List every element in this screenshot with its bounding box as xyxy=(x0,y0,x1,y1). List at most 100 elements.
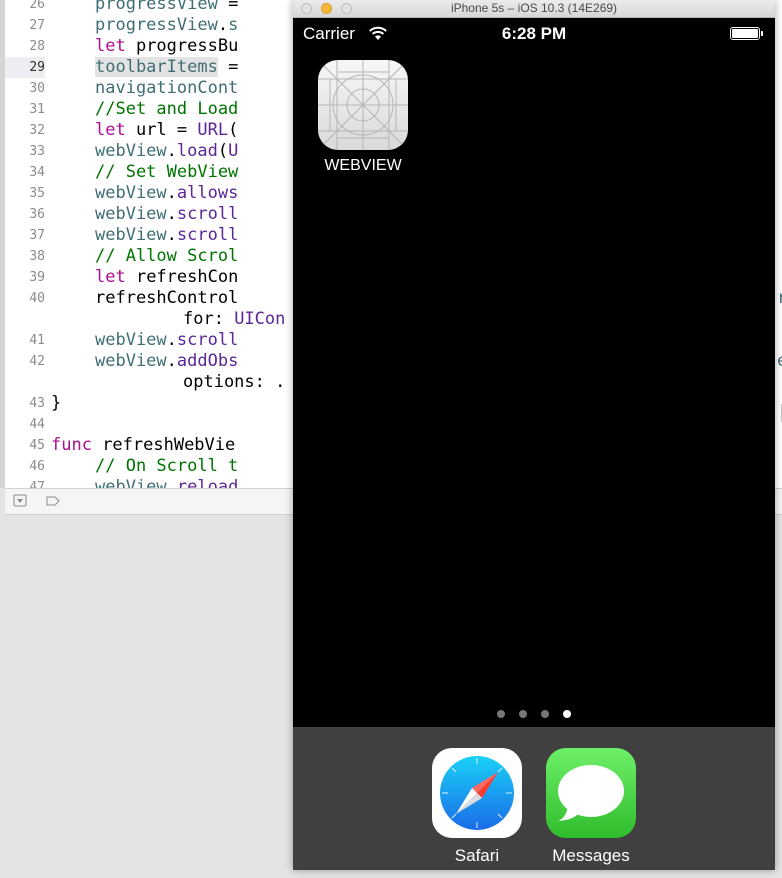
breakpoint-icon xyxy=(46,496,60,506)
code-line[interactable]: webView.reload xyxy=(95,477,238,488)
code-token: = xyxy=(217,57,239,77)
code-line[interactable]: } xyxy=(51,393,61,414)
hide-debug-area-button[interactable] xyxy=(13,494,29,508)
messages-bubble-icon xyxy=(546,748,636,838)
line-number[interactable]: 47 xyxy=(5,477,45,488)
code-line[interactable]: webView.scroll xyxy=(95,330,238,351)
simulator-titlebar[interactable]: iPhone 5s – iOS 10.3 (14E269) xyxy=(293,0,775,18)
code-token: . xyxy=(166,204,177,224)
code-token: URL xyxy=(197,120,229,140)
line-number[interactable]: 42 xyxy=(5,351,45,372)
code-line[interactable]: for: UICon xyxy=(183,309,285,330)
line-number[interactable] xyxy=(5,309,45,330)
code-line[interactable]: webView.load(U xyxy=(95,141,238,162)
collapse-panel-icon xyxy=(13,494,27,507)
truncated-code-char: e xyxy=(777,351,782,372)
line-number[interactable]: 34 xyxy=(5,162,45,183)
line-number-gutter: 26 27 28 29 30 31 32 33 34 35 36 37 38 39 40 41 42 43 44 45… xyxy=(5,0,48,488)
line-number[interactable]: 39 xyxy=(5,267,45,288)
code-line[interactable]: webView.allows xyxy=(95,183,238,204)
dock: Safari Messages xyxy=(293,727,775,870)
code-token: . xyxy=(166,141,177,161)
line-number[interactable]: 29 xyxy=(5,57,45,78)
line-number[interactable]: 40 xyxy=(5,288,45,309)
code-token: UICon xyxy=(234,309,286,329)
code-token: toolbarItems xyxy=(95,57,218,77)
line-number[interactable]: 27 xyxy=(5,15,45,36)
code-line[interactable]: refreshControl xyxy=(95,288,238,309)
line-number[interactable]: 30 xyxy=(5,78,45,99)
code-token: scroll xyxy=(176,225,239,245)
code-token: . xyxy=(217,15,229,35)
line-number[interactable]: 32 xyxy=(5,120,45,141)
dock-app-safari[interactable]: Safari xyxy=(432,748,522,866)
page-dot[interactable] xyxy=(497,710,505,718)
code-line[interactable]: toolbarItems = xyxy=(95,57,238,78)
code-line[interactable]: webView.scroll xyxy=(95,225,238,246)
code-token: allows xyxy=(176,183,239,203)
line-number[interactable]: 46 xyxy=(5,456,45,477)
code-line[interactable]: func refreshWebVie xyxy=(51,435,235,456)
code-token: //Set and Load xyxy=(95,99,239,119)
page-dot[interactable] xyxy=(541,710,549,718)
code-token: s xyxy=(228,15,239,35)
code-line[interactable]: options: . xyxy=(183,372,285,393)
code-token: ( xyxy=(228,120,239,140)
code-token: . xyxy=(166,225,177,245)
code-token: . xyxy=(166,330,177,350)
line-number[interactable]: 33 xyxy=(5,141,45,162)
code-line[interactable]: progressView.s xyxy=(95,15,238,36)
status-time: 6:28 PM xyxy=(501,24,567,43)
code-token: // Allow Scrol xyxy=(95,246,239,266)
code-line[interactable]: webView.addObs xyxy=(95,351,238,372)
line-number[interactable]: 35 xyxy=(5,183,45,204)
line-number[interactable]: 45 xyxy=(5,435,45,456)
dock-app-messages[interactable]: Messages xyxy=(546,748,636,866)
code-token: options: . xyxy=(183,372,286,392)
code-line[interactable]: let url = URL( xyxy=(95,120,238,141)
line-number[interactable]: 43 xyxy=(5,393,45,414)
safari-compass-icon xyxy=(432,748,522,838)
code-token: url = xyxy=(125,120,198,140)
code-line[interactable]: webView.scroll xyxy=(95,204,238,225)
code-token: navigationCont xyxy=(95,78,239,98)
line-number[interactable] xyxy=(5,372,45,393)
line-number[interactable]: 26 xyxy=(5,0,45,15)
page-indicator[interactable] xyxy=(293,710,775,720)
code-token: load xyxy=(176,141,218,161)
line-number[interactable]: 36 xyxy=(5,204,45,225)
code-token: scroll xyxy=(176,330,239,350)
code-token: for: xyxy=(183,309,235,329)
page-dot[interactable] xyxy=(519,710,527,718)
code-token: progressView xyxy=(95,15,218,35)
code-line[interactable]: navigationCont xyxy=(95,78,238,99)
device-screen[interactable]: Carrier 6:28 PM WEBVIEW Safari Messages xyxy=(293,18,775,870)
line-number[interactable]: 28 xyxy=(5,36,45,57)
code-token: let xyxy=(95,267,126,287)
code-token: progressBu xyxy=(125,36,239,56)
code-line[interactable]: progressView = xyxy=(95,0,249,15)
battery-icon xyxy=(730,27,760,40)
line-number[interactable]: 31 xyxy=(5,99,45,120)
code-token: refreshWebVie xyxy=(91,435,236,455)
line-number[interactable]: 41 xyxy=(5,330,45,351)
code-line[interactable]: let refreshCon xyxy=(95,267,238,288)
breakpoints-toggle-button[interactable] xyxy=(45,494,61,508)
code-token: let xyxy=(95,120,126,140)
status-bar: Carrier 6:28 PM xyxy=(293,18,775,51)
code-token: // On Scroll t xyxy=(95,456,239,476)
simulator-window[interactable]: iPhone 5s – iOS 10.3 (14E269) Carrier 6:… xyxy=(293,0,775,870)
page-dot[interactable] xyxy=(563,710,571,718)
code-line[interactable]: // Allow Scrol xyxy=(95,246,238,267)
code-line[interactable]: // On Scroll t xyxy=(95,456,238,477)
code-line[interactable]: //Set and Load xyxy=(95,99,238,120)
code-line[interactable]: // Set WebView xyxy=(95,162,238,183)
code-token: webView xyxy=(95,330,167,350)
line-number[interactable]: 37 xyxy=(5,225,45,246)
truncated-code-char: r xyxy=(777,288,782,309)
line-number[interactable]: 44 xyxy=(5,414,45,435)
dock-label-safari: Safari xyxy=(454,846,500,865)
code-line[interactable]: let progressBu xyxy=(95,36,238,57)
line-number[interactable]: 38 xyxy=(5,246,45,267)
app-webview[interactable]: WEBVIEW xyxy=(318,60,408,175)
